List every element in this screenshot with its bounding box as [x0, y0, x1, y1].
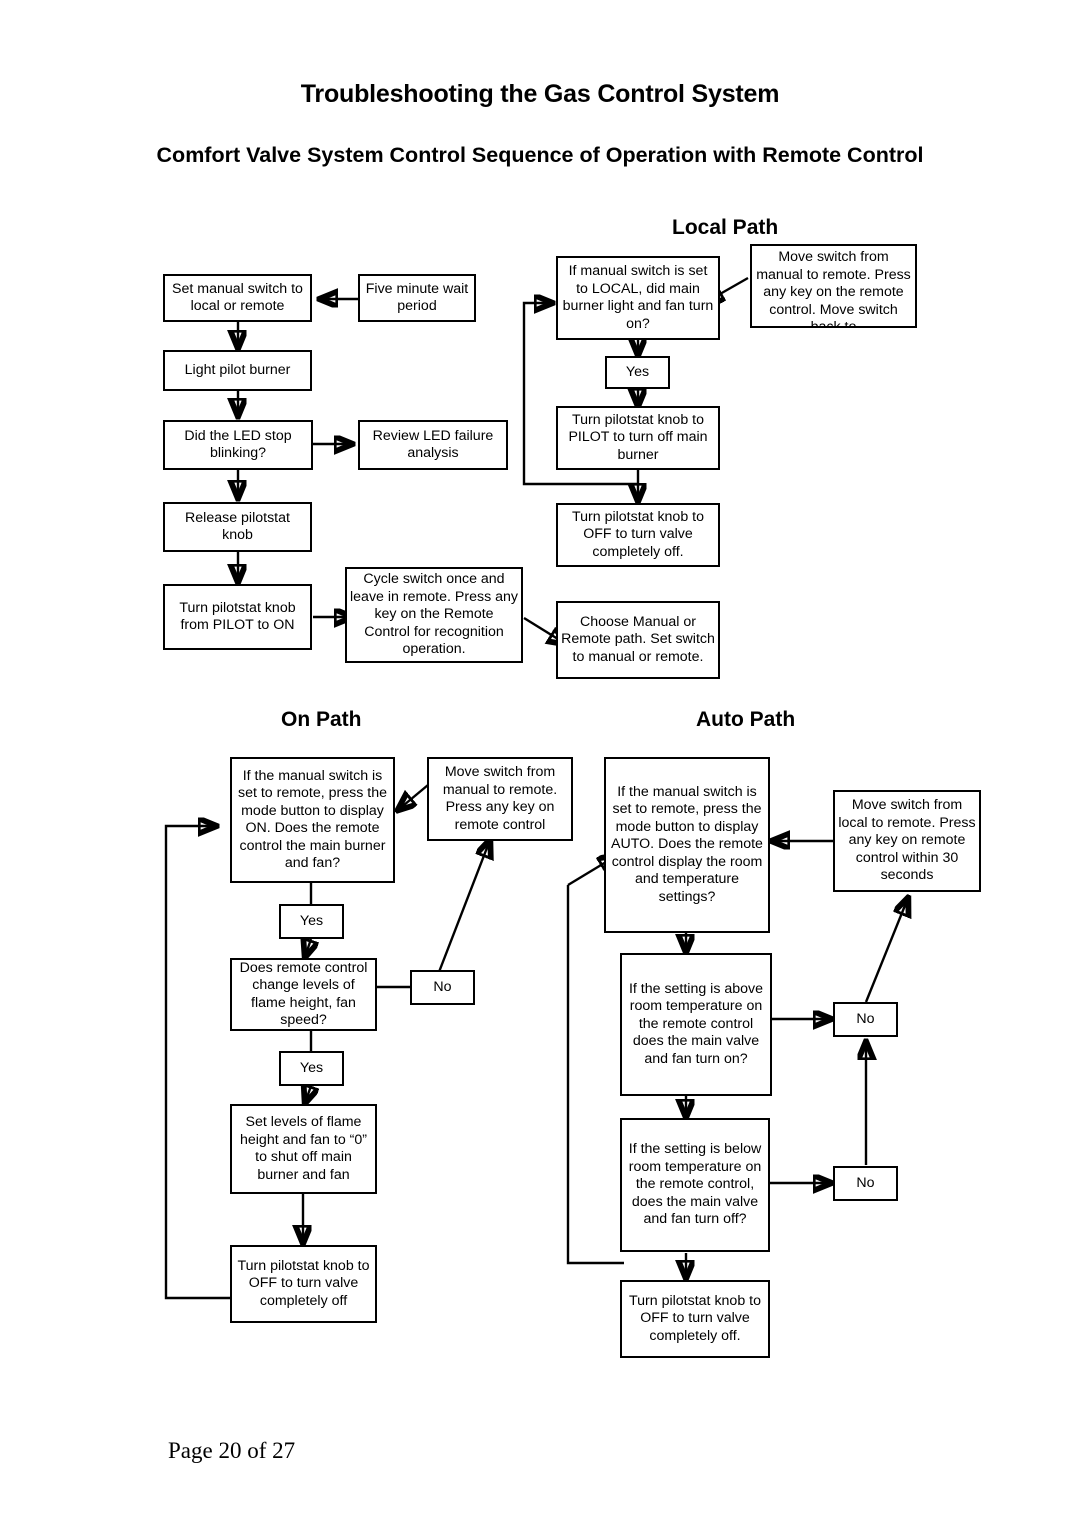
node-on-manual-switch-check[interactable]: If the manual switch is set to remote, p…: [230, 757, 395, 883]
node-on-move-switch-manual-to-remote[interactable]: Move switch from manual to remote. Press…: [427, 757, 573, 841]
edge-on-move-switch-to-check: [398, 784, 429, 810]
node-auto-move-switch-local-to-remote[interactable]: Move switch from local to remote. Press …: [833, 790, 981, 892]
node-auto-setting-above-room[interactable]: If the setting is above room temperature…: [620, 953, 772, 1096]
node-turn-pilotstat-off-local[interactable]: Turn pilotstat knob to OFF to turn valve…: [556, 503, 720, 567]
node-auto-no-1[interactable]: No: [833, 1002, 898, 1037]
node-yes-local[interactable]: Yes: [605, 356, 670, 389]
edge-on-yes-to-flame-check: [305, 939, 311, 957]
node-release-pilotstat-knob[interactable]: Release pilotstat knob: [163, 502, 312, 552]
page-canvas: Troubleshooting the Gas Control System C…: [0, 0, 1080, 1528]
node-review-led-failure[interactable]: Review LED failure analysis: [358, 420, 508, 470]
node-on-yes-1[interactable]: Yes: [279, 904, 344, 939]
edge-on-feedback-loop: [164, 826, 231, 1300]
edge-auto-no-to-move-switch: [864, 898, 908, 1003]
node-auto-no-2[interactable]: No: [833, 1166, 898, 1201]
node-on-turn-pilotstat-off[interactable]: Turn pilotstat knob to OFF to turn valve…: [230, 1245, 377, 1323]
node-did-led-stop-blinking[interactable]: Did the LED stop blinking?: [163, 420, 313, 470]
page-subtitle: Comfort Valve System Control Sequence of…: [156, 143, 924, 167]
node-move-switch-manual-to-remote-local[interactable]: Move switch from manual to remote. Press…: [750, 244, 917, 328]
page-footer: Page 20 of 27: [168, 1438, 296, 1463]
node-five-minute-wait[interactable]: Five minute wait period: [358, 274, 476, 322]
node-cycle-switch-recognition[interactable]: Cycle switch once and leave in remote. P…: [345, 567, 523, 663]
edge-auto-feedback-loop: [566, 885, 624, 1265]
node-light-pilot-burner[interactable]: Light pilot burner: [163, 350, 312, 391]
edge-on-yes2-to-set-levels: [305, 1086, 311, 1103]
section-label-on-path: On Path: [281, 708, 362, 731]
node-on-no[interactable]: No: [410, 970, 475, 1005]
node-choose-manual-or-remote-path[interactable]: Choose Manual or Remote path. Set switch…: [556, 601, 720, 679]
node-auto-turn-pilotstat-off[interactable]: Turn pilotstat knob to OFF to turn valve…: [620, 1280, 770, 1358]
node-turn-pilotstat-knob-to-on[interactable]: Turn pilotstat knob from PILOT to ON: [163, 584, 312, 650]
edge-on-no-to-move-switch: [437, 840, 490, 973]
node-on-yes-2[interactable]: Yes: [279, 1051, 344, 1086]
section-label-local-path: Local Path: [672, 216, 779, 239]
section-label-auto-path: Auto Path: [696, 708, 796, 731]
node-on-set-levels-flame[interactable]: Set levels of flame height and fan to “0…: [230, 1104, 377, 1194]
node-set-manual-switch[interactable]: Set manual switch to local or remote: [163, 274, 312, 322]
page-title: Troubleshooting the Gas Control System: [300, 80, 780, 108]
node-if-manual-switch-local-check[interactable]: If manual switch is set to LOCAL, did ma…: [556, 256, 720, 340]
node-turn-pilotstat-to-pilot[interactable]: Turn pilotstat knob to PILOT to turn off…: [556, 406, 720, 470]
node-on-flame-height-check[interactable]: Does remote control change levels of fla…: [230, 958, 377, 1031]
node-auto-manual-switch-check[interactable]: If the manual switch is set to remote, p…: [604, 757, 770, 933]
node-auto-setting-below-room[interactable]: If the setting is below room temperature…: [620, 1118, 770, 1252]
